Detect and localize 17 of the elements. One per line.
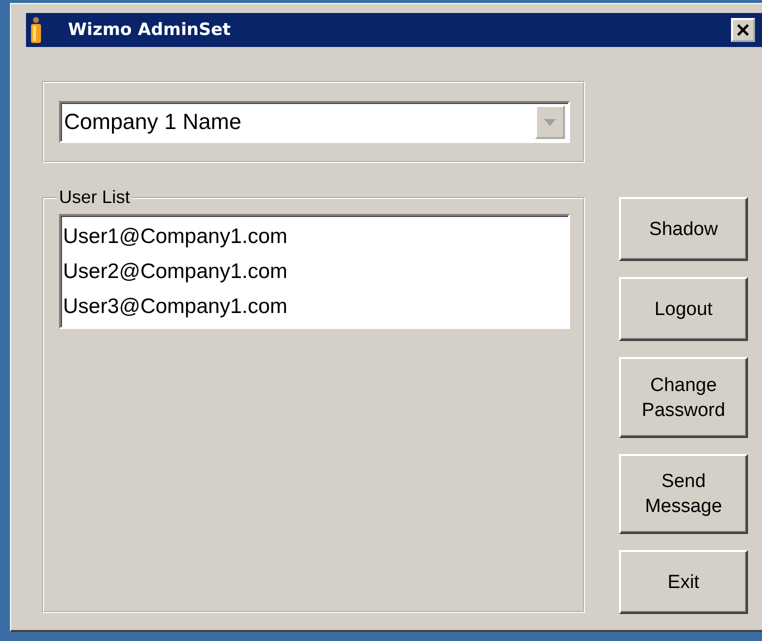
action-button[interactable]: Exit [619, 550, 748, 614]
window-title: Wizmo AdminSet [68, 20, 232, 40]
action-button[interactable]: Logout [619, 277, 748, 341]
user-list-item[interactable]: User3@Company1.com [63, 289, 566, 324]
dropdown-value: Company 1 Name [64, 109, 242, 135]
caret-icon [544, 118, 556, 126]
group-label: User List [58, 187, 132, 208]
company-dropdown[interactable]: Company 1 Name [59, 101, 570, 143]
dropdown-button[interactable] [535, 105, 565, 139]
action-button[interactable]: Shadow [619, 197, 748, 261]
user-list-item[interactable]: User2@Company1.com [63, 254, 566, 289]
close-button[interactable] [731, 18, 755, 42]
action-button[interactable]: Change Password [619, 357, 748, 438]
user-list-item[interactable]: User1@Company1.com [63, 219, 566, 254]
close-icon [736, 23, 750, 37]
app-icon [30, 17, 42, 43]
action-button[interactable]: Send Message [619, 454, 748, 534]
